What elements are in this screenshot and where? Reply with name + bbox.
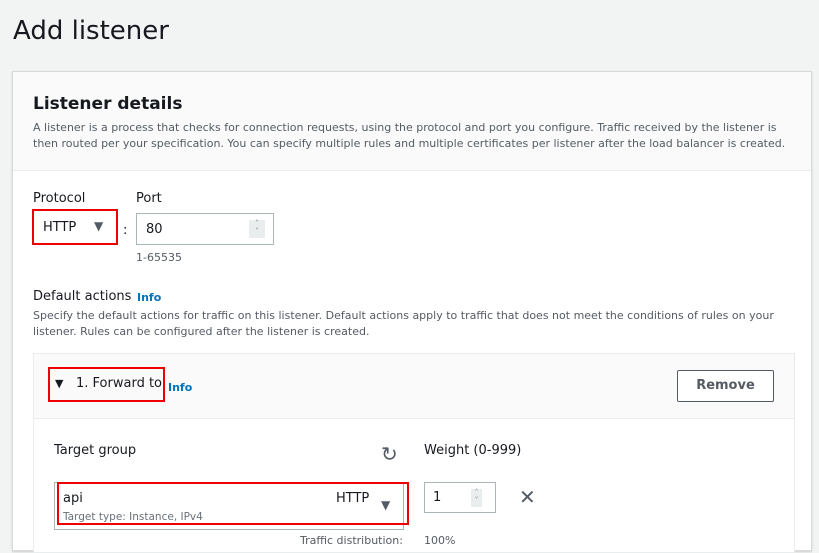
port-stepper-icon[interactable]: ˄ ˅ [249, 220, 265, 238]
target-group-label: Target group [54, 443, 137, 458]
caret-down-icon: ▼ [55, 377, 64, 390]
refresh-icon[interactable]: ↻ [381, 442, 398, 466]
panel-header: Listener details A listener is a process… [13, 72, 811, 171]
weight-stepper-icon[interactable]: ˄ ˅ [471, 489, 482, 507]
listener-details-panel: Listener details A listener is a process… [12, 71, 812, 553]
port-hint: 1-65535 [136, 251, 182, 264]
default-actions-label: Default actions [33, 289, 132, 304]
default-actions-description: Specify the default actions for traffic … [33, 309, 774, 338]
panel-description: A listener is a process that checks for … [33, 121, 786, 150]
weight-value: 1 [433, 490, 442, 505]
protocol-value: HTTP [43, 220, 77, 235]
target-group-protocol: HTTP [336, 491, 370, 506]
forward-info-link[interactable]: Info [168, 381, 192, 394]
caret-down-icon: ▼ [381, 498, 391, 512]
weight-label: Weight (0-999) [424, 443, 522, 458]
forward-to-title: 1. Forward to [76, 376, 162, 391]
protocol-label: Protocol [33, 191, 86, 206]
port-value: 80 [146, 222, 163, 237]
target-group-select[interactable]: api HTTP ▼ Target type: Instance, IPv4 [54, 482, 409, 530]
weight-input[interactable]: 1 ˄ ˅ [424, 482, 496, 513]
close-icon[interactable]: ✕ [519, 485, 536, 509]
panel-title: Listener details [33, 94, 183, 114]
caret-down-icon: ▼ [94, 219, 104, 233]
default-actions-info-link[interactable]: Info [137, 291, 161, 304]
page-title: Add listener [13, 16, 169, 46]
protocol-select[interactable]: HTTP ▼ [32, 209, 118, 245]
port-label: Port [136, 191, 162, 206]
target-group-subtext: Target type: Instance, IPv4 [63, 511, 203, 523]
forward-action-box: ▼ 1. Forward to Info Remove Target group… [33, 353, 795, 553]
traffic-distribution-label: Traffic distribution: [300, 534, 403, 547]
remove-button[interactable]: Remove [677, 370, 774, 402]
forward-to-toggle[interactable]: ▼ 1. Forward to [48, 367, 165, 402]
port-input[interactable]: 80 ˄ ˅ [136, 213, 274, 245]
protocol-port-separator: : [123, 223, 128, 238]
target-group-name: api [63, 491, 83, 506]
traffic-distribution-value: 100% [424, 534, 456, 547]
forward-action-header: ▼ 1. Forward to Info Remove [34, 354, 794, 419]
